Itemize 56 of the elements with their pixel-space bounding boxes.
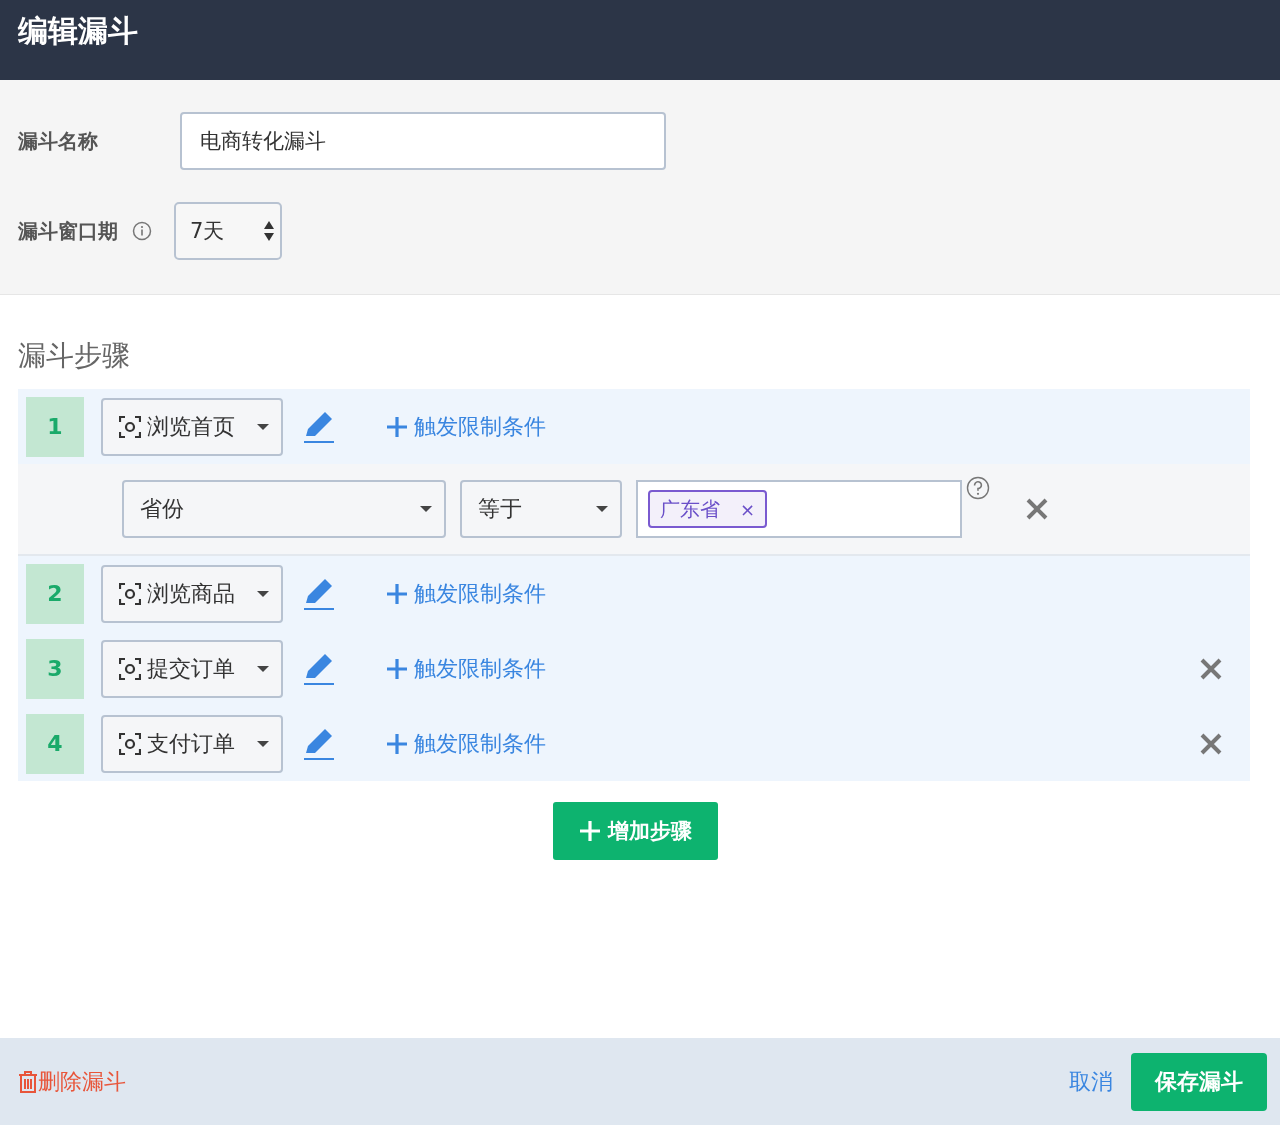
remove-step-button[interactable] bbox=[1200, 657, 1222, 680]
event-select[interactable]: 浏览商品 bbox=[101, 564, 283, 623]
caret-icon bbox=[257, 590, 269, 597]
remove-condition-button[interactable] bbox=[1026, 498, 1048, 520]
help-icon bbox=[966, 476, 990, 500]
pencil-icon bbox=[302, 651, 336, 686]
target-icon bbox=[119, 657, 141, 680]
plus-icon bbox=[579, 821, 600, 841]
pencil-icon bbox=[302, 409, 336, 444]
caret-icon bbox=[257, 665, 269, 672]
step-number: 4 bbox=[26, 713, 84, 774]
remove-step-button[interactable] bbox=[1200, 732, 1222, 755]
pencil-icon bbox=[302, 576, 336, 611]
pencil-icon bbox=[302, 726, 336, 761]
target-icon bbox=[119, 415, 141, 438]
field-label: 漏斗窗口期 bbox=[18, 217, 118, 245]
event-select[interactable]: 浏览首页 bbox=[101, 397, 283, 456]
event-select[interactable]: 支付订单 bbox=[101, 714, 283, 773]
section-title: 漏斗步骤 bbox=[18, 338, 131, 374]
caret-icon bbox=[420, 506, 432, 512]
info-icon bbox=[132, 221, 152, 241]
dialog-title: 编辑漏斗 bbox=[18, 11, 138, 50]
cancel-link[interactable]: 取消 bbox=[1069, 1066, 1113, 1097]
window-select[interactable]: 7天 bbox=[174, 202, 282, 260]
target-icon bbox=[119, 732, 141, 755]
plus-icon bbox=[386, 582, 408, 605]
trash-icon bbox=[18, 1070, 38, 1093]
add-condition-link[interactable]: 触发限制条件 bbox=[386, 578, 546, 609]
add-condition-link[interactable]: 触发限制条件 bbox=[386, 728, 546, 759]
close-icon bbox=[1026, 498, 1048, 520]
plus-icon bbox=[386, 657, 408, 680]
step-number: 1 bbox=[26, 396, 84, 457]
close-icon bbox=[1200, 657, 1222, 680]
caret-icon bbox=[596, 506, 608, 512]
field-label: 漏斗名称 bbox=[18, 127, 99, 155]
caret-icon bbox=[257, 423, 269, 430]
save-button[interactable]: 保存漏斗 bbox=[1131, 1052, 1267, 1111]
name-input-field[interactable]: 电商转化漏斗 bbox=[180, 112, 666, 170]
caret-icon bbox=[257, 740, 269, 747]
target-icon bbox=[119, 582, 141, 605]
add-condition-link[interactable]: 触发限制条件 bbox=[386, 411, 546, 442]
plus-icon bbox=[386, 732, 408, 755]
operator-select[interactable]: 等于 bbox=[460, 480, 622, 538]
value-tag-field[interactable]: 广东省 × bbox=[636, 480, 962, 538]
add-step-button[interactable]: 增加步骤 bbox=[553, 802, 718, 860]
add-condition-link[interactable]: 触发限制条件 bbox=[386, 653, 546, 684]
plus-icon bbox=[386, 415, 408, 438]
step-number: 3 bbox=[26, 638, 84, 699]
tag-remove-button[interactable]: × bbox=[740, 498, 756, 520]
close-icon bbox=[1200, 732, 1222, 755]
property-select[interactable]: 省份 bbox=[122, 480, 446, 538]
step-number: 2 bbox=[26, 563, 84, 624]
stepper-icon bbox=[264, 220, 274, 242]
event-select[interactable]: 提交订单 bbox=[101, 639, 283, 698]
value-tag: 广东省 × bbox=[648, 490, 768, 528]
delete-funnel-link[interactable]: 删除漏斗 bbox=[18, 1066, 126, 1097]
